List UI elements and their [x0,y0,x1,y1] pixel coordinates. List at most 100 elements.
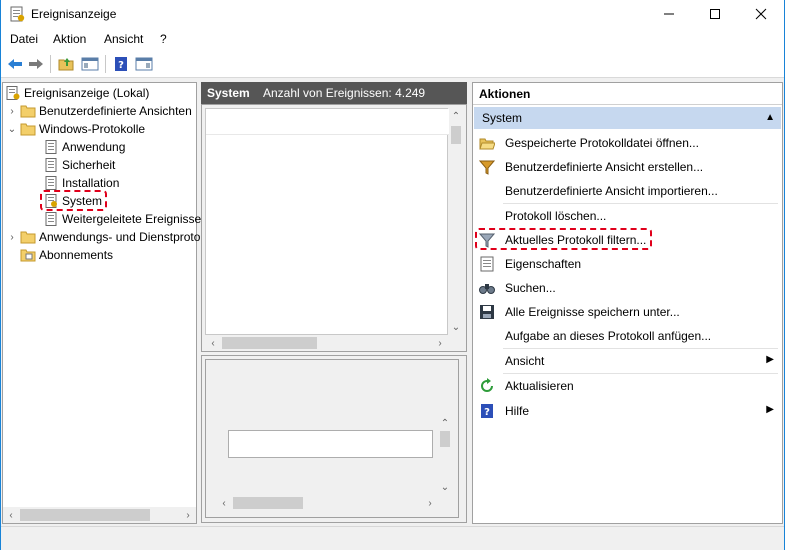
expand-arrow-icon[interactable]: › [7,232,17,243]
help-button[interactable]: ? [111,54,131,74]
menu-ansicht[interactable]: Ansicht [104,32,143,46]
details-horizontal-scrollbar[interactable]: ‹ › [216,495,438,511]
event-preview-pane: ⌃ ⌄ ‹ › [201,355,467,523]
action-clear-log[interactable]: Protokoll löschen... [473,205,778,227]
binoculars-icon [479,280,495,296]
maximize-button[interactable] [692,0,738,28]
submenu-arrow-icon: ▶ [766,404,774,415]
submenu-arrow-icon: ▶ [766,354,774,365]
event-details-field[interactable] [228,430,433,458]
event-list-header [206,109,449,135]
log-name: System [207,86,250,100]
action-create-custom-view[interactable]: Benutzerdefinierte Ansicht erstellen... [473,156,778,178]
scroll-right-icon[interactable]: › [422,495,438,511]
scroll-thumb[interactable] [222,337,317,349]
event-viewer-app-icon [9,6,25,25]
menu-help[interactable]: ? [160,32,167,46]
log-icon [43,157,59,173]
action-properties[interactable]: Eigenschaften [473,253,778,275]
title-bar: Ereignisanzeige [1,0,784,28]
scroll-left-icon[interactable]: ‹ [205,335,221,351]
action-refresh[interactable]: Aktualisieren [473,375,778,397]
maximize-icon [710,9,720,19]
scroll-thumb[interactable] [233,497,303,509]
funnel-star-icon [479,159,495,175]
scroll-thumb[interactable] [440,431,450,447]
action-attach-task[interactable]: Aufgabe an dieses Protokoll anfügen... [473,325,778,347]
action-import-custom-view[interactable]: Benutzerdefinierte Ansicht importieren..… [473,180,778,202]
tree-item-custom-views[interactable]: › Benutzerdefinierte Ansichten [7,102,191,120]
log-header-bar: System Anzahl von Ereignissen: 4.249 [201,82,467,104]
scroll-right-icon[interactable]: › [432,335,448,351]
event-count: Anzahl von Ereignissen: 4.249 [263,86,426,100]
collapse-arrow-icon[interactable]: ⌄ [7,124,17,135]
event-list[interactable] [205,108,449,335]
svg-text:?: ? [484,407,490,418]
window-title: Ereignisanzeige [31,7,117,21]
scroll-left-icon[interactable]: ‹ [216,495,232,511]
scroll-right-icon[interactable]: › [180,507,196,523]
action-open-saved-log[interactable]: Gespeicherte Protokolldatei öffnen... [473,132,778,154]
folder-open-icon [20,121,36,137]
folder-icon [20,229,36,245]
status-bar [1,526,784,550]
close-icon [755,8,767,20]
details-vertical-scrollbar[interactable]: ⌃ ⌄ [438,415,452,495]
show-hide-tree-button[interactable] [80,54,100,74]
actions-section-system[interactable]: System ▲ [474,107,781,129]
tree-item-root[interactable]: Ereignisanzeige (Lokal) [5,84,149,102]
scroll-thumb[interactable] [451,126,461,144]
event-list-vertical-scrollbar[interactable]: ⌃ ⌄ [449,108,463,335]
actions-header: Aktionen [473,83,782,105]
svg-text:?: ? [118,60,124,71]
action-find[interactable]: Suchen... [473,277,778,299]
up-folder-button[interactable] [57,54,77,74]
tree-item-app-service-logs[interactable]: › Anwendungs- und Dienstprotokolle [7,228,225,246]
properties-icon [479,256,495,272]
back-button[interactable] [5,54,25,74]
expand-arrow-icon[interactable]: › [7,106,17,117]
toolbar: ? [1,50,784,78]
collapse-caret-icon[interactable]: ▲ [765,112,775,123]
action-help[interactable]: ? Hilfe ▶ [473,400,778,422]
scroll-left-icon[interactable]: ‹ [3,507,19,523]
event-details-box: ⌃ ⌄ ‹ › [205,359,459,518]
subscriptions-icon [20,247,36,263]
minimize-button[interactable] [646,0,692,28]
help-book-icon: ? [479,403,495,419]
tree-item-subscriptions[interactable]: Abonnements [20,246,113,264]
tree-item-anwendung[interactable]: Anwendung [43,138,125,156]
tree-item-sicherheit[interactable]: Sicherheit [43,156,115,174]
open-folder-icon [479,135,495,151]
show-hide-action-pane-button[interactable] [134,54,154,74]
scroll-thumb[interactable] [20,509,150,521]
log-icon [43,175,59,191]
menu-bar: Datei Aktion Ansicht ? [1,28,784,50]
log-icon [43,139,59,155]
event-viewer-icon [5,85,21,101]
close-button[interactable] [738,0,784,28]
event-viewer-window: Ereignisanzeige Datei Aktion Ansicht ? ?… [0,0,785,550]
help-book-icon: ? [115,57,127,71]
minimize-icon [664,13,674,15]
arrow-right-icon [29,59,43,69]
scroll-up-icon[interactable]: ⌃ [437,415,453,431]
tree-item-windows-logs[interactable]: ⌄ Windows-Protokolle [7,120,145,138]
log-icon [43,211,59,227]
event-list-horizontal-scrollbar[interactable]: ‹ › [205,335,448,351]
action-view-submenu[interactable]: Ansicht ▶ [473,350,778,372]
action-save-all-events[interactable]: Alle Ereignisse speichern unter... [473,301,778,323]
forward-button[interactable] [26,54,46,74]
console-tree-pane: Ereignisanzeige (Lokal) › Benutzerdefini… [2,82,225,524]
tree-horizontal-scrollbar[interactable]: ‹ › [3,507,196,523]
scroll-up-icon[interactable]: ⌃ [448,108,464,124]
actions-pane: Aktionen System ▲ Gespeicherte Protokoll… [472,82,783,524]
scroll-down-icon[interactable]: ⌄ [448,319,464,335]
filter-highlight-box [475,228,652,250]
event-list-pane: ⌃ ⌄ ‹ › [201,104,467,352]
menu-datei[interactable]: Datei [10,32,38,46]
tree-item-forwarded-events[interactable]: Weitergeleitete Ereignisse [43,210,201,228]
folder-icon [20,103,36,119]
menu-aktion[interactable]: Aktion [53,32,86,46]
scroll-down-icon[interactable]: ⌄ [437,479,453,495]
